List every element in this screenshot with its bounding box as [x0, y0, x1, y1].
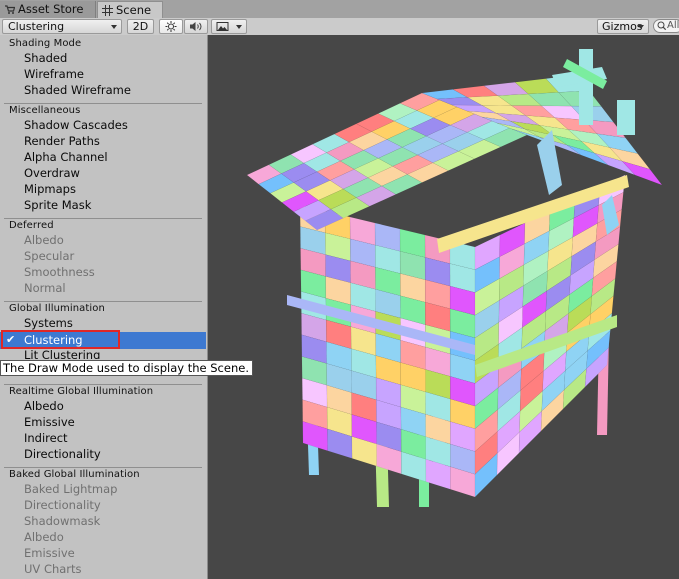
- draw-mode-value: Clustering: [8, 20, 65, 33]
- menu-item-alpha-channel[interactable]: Alpha Channel: [24, 150, 108, 164]
- menu-item-wireframe[interactable]: Wireframe: [24, 67, 84, 81]
- scene-viewport[interactable]: [207, 35, 679, 579]
- menu-item-mipmaps[interactable]: Mipmaps: [24, 182, 76, 196]
- audio-toggle-button[interactable]: [184, 19, 208, 34]
- menu-item-baked-directionality: Directionality: [24, 498, 101, 512]
- lighting-toggle-button[interactable]: [159, 19, 183, 34]
- tab-asset-store[interactable]: Asset Store: [0, 1, 96, 18]
- draw-mode-menu: Shading Mode Shaded Wireframe Shaded Wir…: [0, 35, 208, 579]
- menu-item-sprite-mask[interactable]: Sprite Mask: [24, 198, 91, 212]
- cart-icon: [5, 5, 15, 14]
- tab-label: Scene: [116, 3, 152, 17]
- speaker-icon: [190, 22, 202, 31]
- tab-bar: Asset Store Scene: [0, 0, 679, 19]
- image-icon: [216, 22, 229, 31]
- section-title: Miscellaneous: [9, 105, 81, 116]
- search-placeholder: All: [667, 20, 679, 31]
- clustered-house-model: [246, 49, 663, 507]
- gizmos-dropdown[interactable]: Gizmos: [597, 19, 649, 34]
- section-title: Baked Global Illumination: [9, 469, 140, 480]
- menu-divider: [4, 218, 202, 219]
- grid-icon: [102, 5, 113, 16]
- menu-item-overdraw[interactable]: Overdraw: [24, 166, 80, 180]
- section-title: Realtime Global Illumination: [9, 386, 154, 397]
- menu-item-realtime-directionality[interactable]: Directionality: [24, 447, 101, 461]
- draw-mode-tooltip: The Draw Mode used to display the Scene.: [0, 360, 253, 376]
- menu-item-uv-charts: UV Charts: [24, 562, 82, 576]
- search-input[interactable]: All: [653, 19, 679, 33]
- menu-item-baked-albedo: Albedo: [24, 530, 64, 544]
- menu-item-realtime-albedo[interactable]: Albedo: [24, 399, 64, 413]
- highlight-box: [1, 330, 120, 349]
- menu-item-specular: Specular: [24, 249, 75, 263]
- menu-item-deferred-albedo: Albedo: [24, 233, 64, 247]
- toggle-2d-button[interactable]: 2D: [127, 19, 154, 34]
- menu-item-shaded[interactable]: Shaded: [24, 51, 67, 65]
- chevron-down-icon: [638, 25, 644, 29]
- section-title: Global Illumination: [9, 303, 105, 314]
- sun-icon: [165, 21, 177, 32]
- menu-item-baked-emissive: Emissive: [24, 546, 75, 560]
- menu-item-shadowmask: Shadowmask: [24, 514, 101, 528]
- menu-divider: [4, 301, 202, 302]
- menu-item-shaded-wireframe[interactable]: Shaded Wireframe: [24, 83, 131, 97]
- draw-mode-dropdown[interactable]: Clustering: [2, 19, 122, 34]
- menu-divider: [4, 384, 202, 385]
- menu-item-normal: Normal: [24, 281, 66, 295]
- menu-item-baked-lightmap: Baked Lightmap: [24, 482, 118, 496]
- chevron-down-icon: [111, 25, 117, 29]
- menu-item-indirect[interactable]: Indirect: [24, 431, 68, 445]
- menu-item-smoothness: Smoothness: [24, 265, 95, 279]
- cluster-patch: [579, 49, 593, 125]
- gizmos-label: Gizmos: [602, 20, 643, 33]
- menu-item-lit-clustering[interactable]: Lit Clustering: [24, 348, 100, 359]
- scene-toolbar: Clustering 2D Gizmos All: [0, 18, 679, 36]
- tab-label: Asset Store: [18, 2, 84, 16]
- tab-scene[interactable]: Scene: [97, 1, 163, 18]
- section-title: Shading Mode: [9, 38, 82, 49]
- menu-divider: [4, 467, 202, 468]
- menu-divider: [4, 103, 202, 104]
- section-title: Deferred: [9, 220, 54, 231]
- menu-item-realtime-emissive[interactable]: Emissive: [24, 415, 75, 429]
- chevron-down-icon: [236, 25, 242, 29]
- cluster-patch: [617, 100, 635, 135]
- menu-item-shadow-cascades[interactable]: Shadow Cascades: [24, 118, 128, 132]
- effects-dropdown[interactable]: [211, 19, 247, 34]
- menu-item-systems[interactable]: Systems: [24, 316, 73, 330]
- menu-item-render-paths[interactable]: Render Paths: [24, 134, 100, 148]
